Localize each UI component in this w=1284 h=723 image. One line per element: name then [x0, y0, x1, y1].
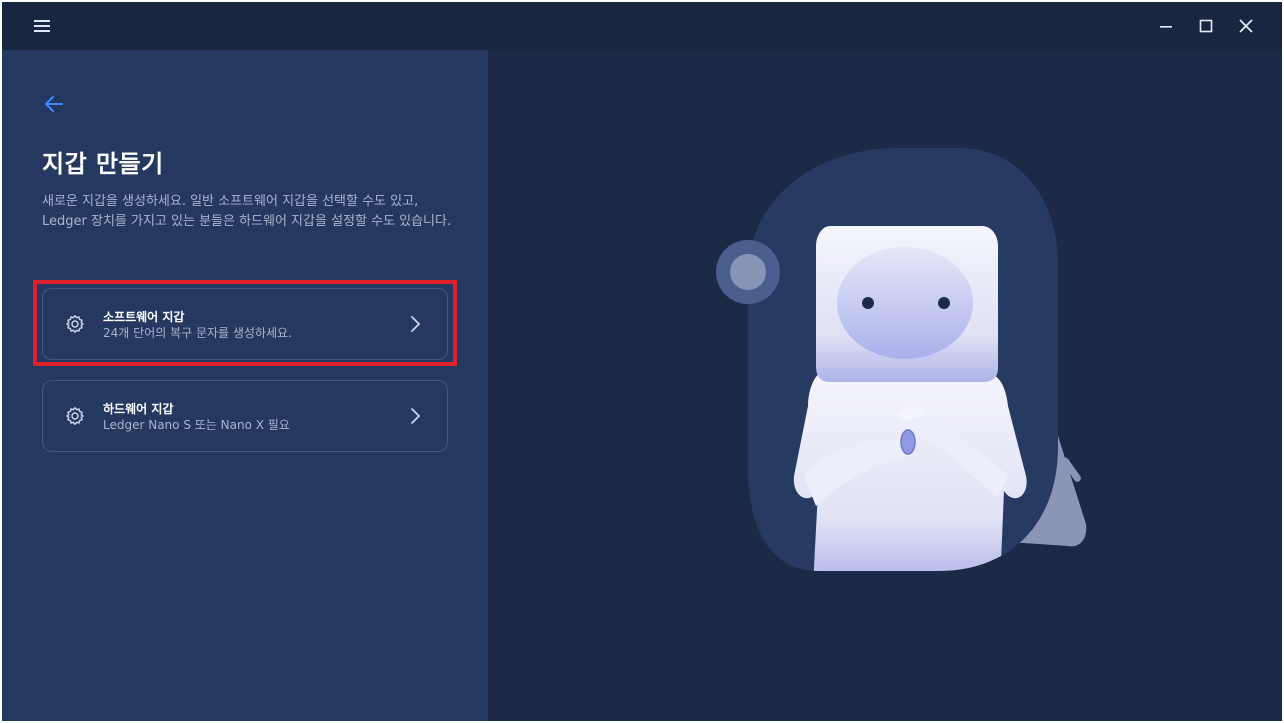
app-window: 지갑 만들기 새로운 지갑을 생성하세요. 일반 소프트웨어 지갑을 선택할 수… — [2, 2, 1282, 721]
option-subtitle: Ledger Nano S 또는 Nano X 필요 — [103, 418, 290, 432]
settings-gear-icon — [65, 314, 85, 334]
software-wallet-option[interactable]: 소프트웨어 지갑 24개 단어의 복구 문자를 생성하세요. — [42, 288, 448, 360]
option-title: 하드웨어 지갑 — [103, 402, 174, 416]
robot-illustration — [708, 146, 1098, 576]
title-bar — [2, 2, 1282, 50]
maximize-icon[interactable] — [1194, 14, 1218, 38]
hamburger-icon[interactable] — [32, 16, 52, 36]
settings-gear-icon — [65, 406, 85, 426]
option-subtitle: 24개 단어의 복구 문자를 생성하세요. — [103, 326, 292, 340]
chevron-right-icon — [409, 406, 423, 426]
arrow-left-icon[interactable] — [42, 92, 66, 116]
hardware-wallet-option[interactable]: 하드웨어 지갑 Ledger Nano S 또는 Nano X 필요 — [42, 380, 448, 452]
option-title: 소프트웨어 지갑 — [103, 310, 185, 324]
page-title: 지갑 만들기 — [42, 150, 164, 178]
close-icon[interactable] — [1234, 14, 1258, 38]
create-wallet-panel: 지갑 만들기 새로운 지갑을 생성하세요. 일반 소프트웨어 지갑을 선택할 수… — [2, 50, 488, 721]
minimize-icon[interactable] — [1154, 14, 1178, 38]
page-description: 새로운 지갑을 생성하세요. 일반 소프트웨어 지갑을 선택할 수도 있고, L… — [42, 194, 452, 229]
chevron-right-icon — [409, 314, 423, 334]
